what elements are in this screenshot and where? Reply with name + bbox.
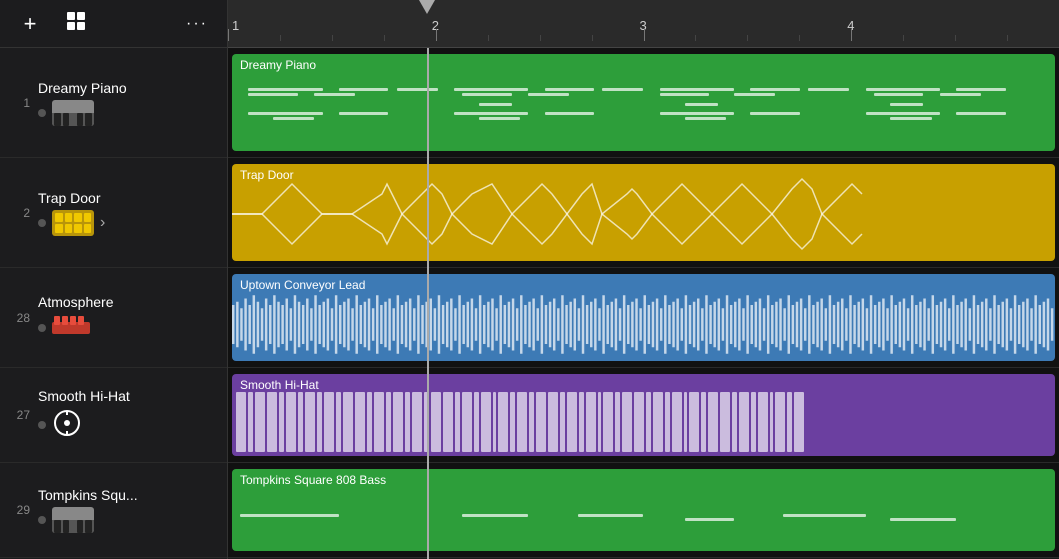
clip-resize-handle-5[interactable]: [1047, 469, 1055, 551]
clip-resize-handle-4[interactable]: [1047, 374, 1055, 456]
ruler-marker-2: 2: [432, 18, 439, 33]
ellipsis-icon: ···: [186, 15, 208, 33]
track-name-atmosphere: Atmosphere: [38, 294, 217, 310]
track-info-5: Tompkins Squ...: [38, 481, 217, 539]
piano-instrument-icon: [52, 100, 94, 126]
track-info-1: Dreamy Piano: [38, 74, 217, 132]
sidebar-header-left: +: [14, 8, 92, 40]
sidebar-header: + ···: [0, 0, 227, 48]
track-row-trap-door[interactable]: 2 Trap Door ›: [0, 158, 227, 268]
add-icon: +: [24, 11, 37, 37]
clip-row-tompkins: Tompkins Square 808 Bass: [228, 463, 1059, 558]
clip-smooth-hihat[interactable]: Smooth Hi-Hat: [232, 374, 1055, 456]
clip-row-trap-door: Trap Door: [228, 158, 1059, 268]
track-name-trap-door: Trap Door: [38, 190, 217, 206]
track-row-smooth-hihat[interactable]: 27 Smooth Hi-Hat: [0, 368, 227, 463]
track-dot-4: [38, 421, 46, 429]
track-name-dreamy-piano: Dreamy Piano: [38, 80, 217, 96]
track-info-3: Atmosphere: [38, 288, 217, 348]
add-track-button[interactable]: +: [14, 8, 46, 40]
waveform-atmosphere: [232, 292, 1055, 357]
clip-tompkins[interactable]: Tompkins Square 808 Bass: [232, 469, 1055, 551]
track-row-tompkins[interactable]: 29 Tompkins Squ...: [0, 463, 227, 558]
clip-dreamy-piano[interactable]: Dreamy Piano: [232, 54, 1055, 151]
track-info-4: Smooth Hi-Hat: [38, 382, 217, 449]
track-expand-arrow[interactable]: ›: [100, 214, 105, 232]
clip-row-smooth-hihat: Smooth Hi-Hat: [228, 368, 1059, 463]
app-container: + ··· 1: [0, 0, 1059, 559]
track-number-27: 27: [8, 408, 30, 422]
hihat-beat-blocks: [236, 392, 1051, 452]
ruler-marker-4: 4: [847, 18, 854, 33]
track-icon-row-4: [38, 408, 217, 443]
track-dot-3: [38, 324, 46, 332]
waveform-trap-door: [232, 164, 1055, 261]
sidebar: + ··· 1: [0, 0, 228, 559]
synth-instrument-icon: [52, 314, 90, 342]
track-icon-row-5: [38, 507, 217, 533]
clip-row-atmosphere: Uptown Conveyor Lead: [228, 268, 1059, 368]
track-name-tompkins: Tompkins Squ...: [38, 487, 217, 503]
track-icon-row-2: ›: [38, 210, 217, 236]
track-name-smooth-hihat: Smooth Hi-Hat: [38, 388, 217, 404]
track-number-29: 29: [8, 503, 30, 517]
track-row-dreamy-piano[interactable]: 1 Dreamy Piano: [0, 48, 227, 158]
track-icon-row-3: [38, 314, 217, 342]
bass-instrument-icon: [52, 507, 94, 533]
midi-notes-tompkins: [232, 469, 1055, 551]
track-number-1: 1: [8, 96, 30, 110]
hihat-instrument-icon: [52, 408, 82, 443]
drum-instrument-icon: [52, 210, 94, 236]
track-dot-2: [38, 219, 46, 227]
midi-notes-dreamy: [232, 54, 1055, 151]
clip-label-atmosphere: Uptown Conveyor Lead: [240, 278, 365, 292]
ruler-marker-1: 1: [232, 18, 239, 33]
timeline-ruler: 1 2 3 4: [228, 0, 1059, 48]
ruler-marks: 1 2 3 4: [228, 0, 1059, 41]
track-row-atmosphere[interactable]: 28 Atmosphere: [0, 268, 227, 368]
track-dot-5: [38, 516, 46, 524]
clip-trap-door[interactable]: Trap Door: [232, 164, 1055, 261]
layers-button[interactable]: [60, 8, 92, 40]
clip-row-dreamy-piano: Dreamy Piano: [228, 48, 1059, 158]
track-number-28: 28: [8, 311, 30, 325]
track-icon-row-1: [38, 100, 217, 126]
ruler-marker-3: 3: [640, 18, 647, 33]
clip-resize-handle-3[interactable]: [1047, 274, 1055, 361]
tracks-area: Dreamy Piano: [228, 48, 1059, 559]
timeline: 1 2 3 4: [228, 0, 1059, 559]
clip-atmosphere[interactable]: Uptown Conveyor Lead: [232, 274, 1055, 361]
track-info-2: Trap Door ›: [38, 184, 217, 242]
clip-resize-handle-2[interactable]: [1047, 164, 1055, 261]
clip-resize-handle[interactable]: [1047, 54, 1055, 151]
layers-icon: [65, 10, 87, 37]
clip-label-smooth-hihat: Smooth Hi-Hat: [240, 378, 319, 392]
track-number-2: 2: [8, 206, 30, 220]
more-options-button[interactable]: ···: [181, 8, 213, 40]
track-dot-1: [38, 109, 46, 117]
